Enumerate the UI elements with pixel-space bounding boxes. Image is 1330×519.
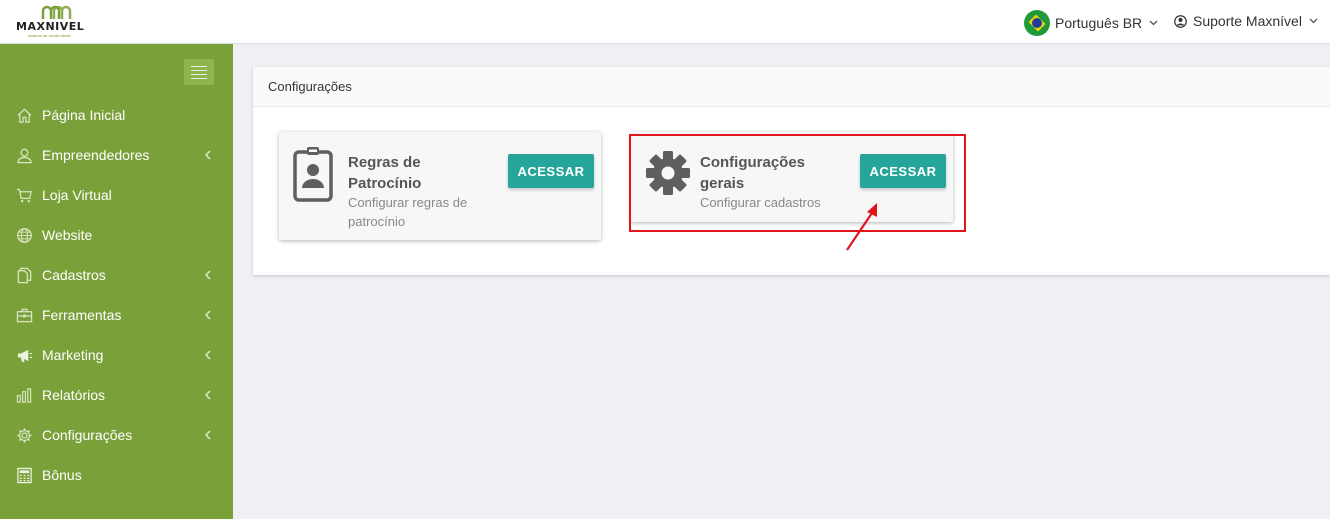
logo-tagline: sistema de venda direta (28, 33, 71, 38)
sidebar-item-pagina-inicial[interactable]: Página Inicial (0, 95, 233, 135)
language-selector[interactable]: Português BR (1024, 10, 1158, 36)
sidebar-item-website[interactable]: Website (0, 215, 233, 255)
gear-icon (17, 427, 32, 443)
sidebar-item-empreendedores[interactable]: Empreendedores (0, 135, 233, 175)
brazil-flag-icon (1024, 10, 1050, 36)
bar-chart-icon (16, 387, 32, 403)
chevron-down-icon (1149, 20, 1158, 26)
sidebar-toggle-button[interactable] (184, 59, 214, 85)
card-regras-patrocinio: Regras de Patrocínio Configurar regras d… (279, 132, 601, 240)
logo-mark-icon (41, 5, 72, 19)
sidebar-item-loja-virtual[interactable]: Loja Virtual (0, 175, 233, 215)
chevron-left-icon (205, 310, 211, 320)
megaphone-icon (17, 349, 33, 362)
cart-icon (16, 188, 32, 202)
sidebar-item-ferramentas[interactable]: Ferramentas (0, 295, 233, 335)
chevron-left-icon (205, 390, 211, 400)
user-circle-icon (1174, 14, 1187, 28)
toolbox-icon (16, 308, 33, 322)
red-arrow-icon (846, 203, 877, 251)
user-name: Suporte Maxnível (1193, 13, 1302, 29)
documents-icon (17, 267, 32, 283)
language-label: Português BR (1055, 15, 1143, 31)
page-title: Configurações (268, 79, 352, 94)
globe-icon (17, 227, 32, 243)
user-menu[interactable]: Suporte Maxnível (1174, 12, 1318, 30)
calculator-icon (17, 467, 32, 483)
logo-text: MAXNIVEL (16, 20, 85, 33)
home-icon (17, 108, 32, 123)
maxnivel-logo[interactable]: MAXNIVEL sistema de venda direta (16, 4, 96, 40)
sidebar-item-relatorios[interactable]: Relatórios (0, 375, 233, 415)
chevron-down-icon (1309, 18, 1318, 24)
chevron-left-icon (205, 350, 211, 360)
sidebar-item-configuracoes[interactable]: Configurações (0, 415, 233, 455)
acessar-regras-patrocinio-button[interactable]: ACESSAR (508, 154, 594, 188)
sidebar-item-cadastros[interactable]: Cadastros (0, 255, 233, 295)
chevron-left-icon (205, 430, 211, 440)
chevron-left-icon (205, 150, 211, 160)
card-description: Configurar regras de patrocínio (348, 195, 468, 229)
sidebar-menu: Página Inicial Empreendedores Loja Virtu… (0, 95, 233, 495)
sidebar-item-marketing[interactable]: Marketing (0, 335, 233, 375)
sidebar: Página Inicial Empreendedores Loja Virtu… (0, 44, 233, 519)
user-icon (17, 148, 32, 163)
chevron-left-icon (205, 270, 211, 280)
top-header: MAXNIVEL sistema de venda direta Portugu… (0, 0, 1330, 44)
panel-header: Configurações (253, 67, 1330, 107)
card-title: Regras de Patrocínio (348, 154, 422, 192)
id-badge-icon (293, 147, 333, 202)
highlight-box (629, 134, 966, 232)
sidebar-item-bonus[interactable]: Bônus (0, 455, 233, 495)
